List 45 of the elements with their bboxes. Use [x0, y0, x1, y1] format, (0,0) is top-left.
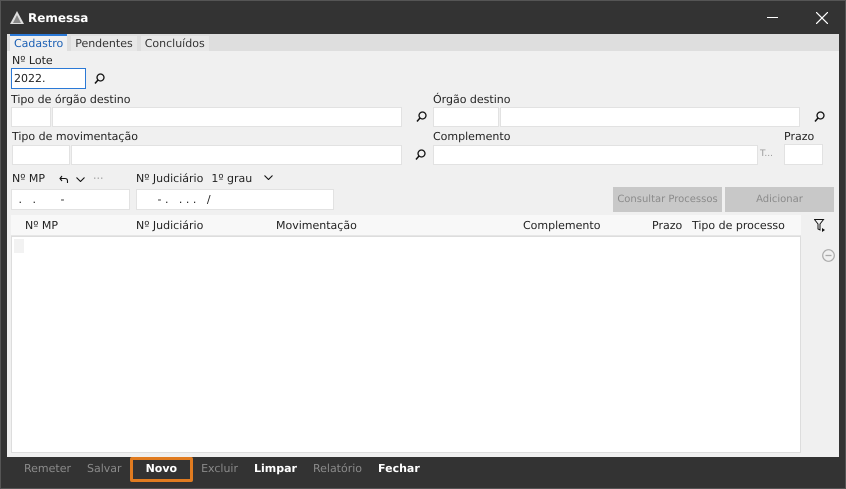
window-title: Remessa [28, 10, 88, 26]
search-icon[interactable] [415, 149, 426, 160]
toolbar-button[interactable]: Limpar [246, 457, 305, 482]
field-label: Tipo de movimentação [12, 129, 139, 144]
undo-icon[interactable] [59, 174, 69, 184]
name-field[interactable] [71, 144, 402, 164]
code-field[interactable] [11, 106, 51, 126]
column-header[interactable]: Nº MP [25, 218, 58, 234]
field-label: Complemento [433, 129, 512, 144]
mp-field[interactable]: . . - [11, 189, 130, 210]
tab[interactable]: Concluídos [140, 36, 209, 51]
field-label: Nº MP [12, 170, 46, 187]
prazo-field[interactable] [784, 144, 823, 165]
toolbar-button[interactable]: Fechar [370, 457, 428, 482]
search-icon[interactable] [814, 111, 825, 122]
field-label: Nº Lote [12, 55, 54, 67]
field-label: Prazo [784, 129, 816, 144]
minimize-icon[interactable] [767, 16, 778, 18]
column-header[interactable]: Complemento [523, 218, 600, 234]
column-header[interactable]: Nº Judiciário [136, 218, 204, 234]
column-header[interactable]: Tipo de processo [692, 218, 785, 234]
field-label: Tipo de órgão destino [11, 93, 132, 106]
name-field[interactable] [52, 106, 402, 126]
lote-field[interactable]: 2022. [11, 68, 86, 88]
judiciario-field[interactable]: - . . . . / [136, 189, 334, 210]
chevron-down-icon[interactable] [264, 174, 274, 180]
close-icon[interactable] [816, 12, 828, 24]
column-header[interactable]: Movimentação [276, 218, 357, 234]
search-icon[interactable] [416, 111, 427, 122]
field-label: Nº Judiciário [136, 170, 204, 187]
tab[interactable]: Pendentes [71, 36, 137, 51]
app-logo-icon [10, 11, 24, 24]
search-icon[interactable] [94, 72, 105, 84]
grau-dropdown[interactable]: 1º grau [211, 170, 252, 188]
column-header[interactable]: Prazo [652, 218, 682, 234]
complemento-field[interactable] [433, 144, 758, 164]
field-hint: T... [760, 148, 774, 161]
toolbar-button[interactable]: Novo [130, 457, 194, 482]
tab[interactable]: Cadastro [10, 34, 68, 51]
code-field[interactable] [12, 144, 70, 164]
name-field[interactable] [500, 106, 800, 126]
chevron-down-icon[interactable] [76, 176, 85, 182]
code-field[interactable] [433, 106, 499, 126]
field-label: Órgão destino [433, 93, 512, 106]
filter-icon[interactable] [814, 219, 826, 232]
